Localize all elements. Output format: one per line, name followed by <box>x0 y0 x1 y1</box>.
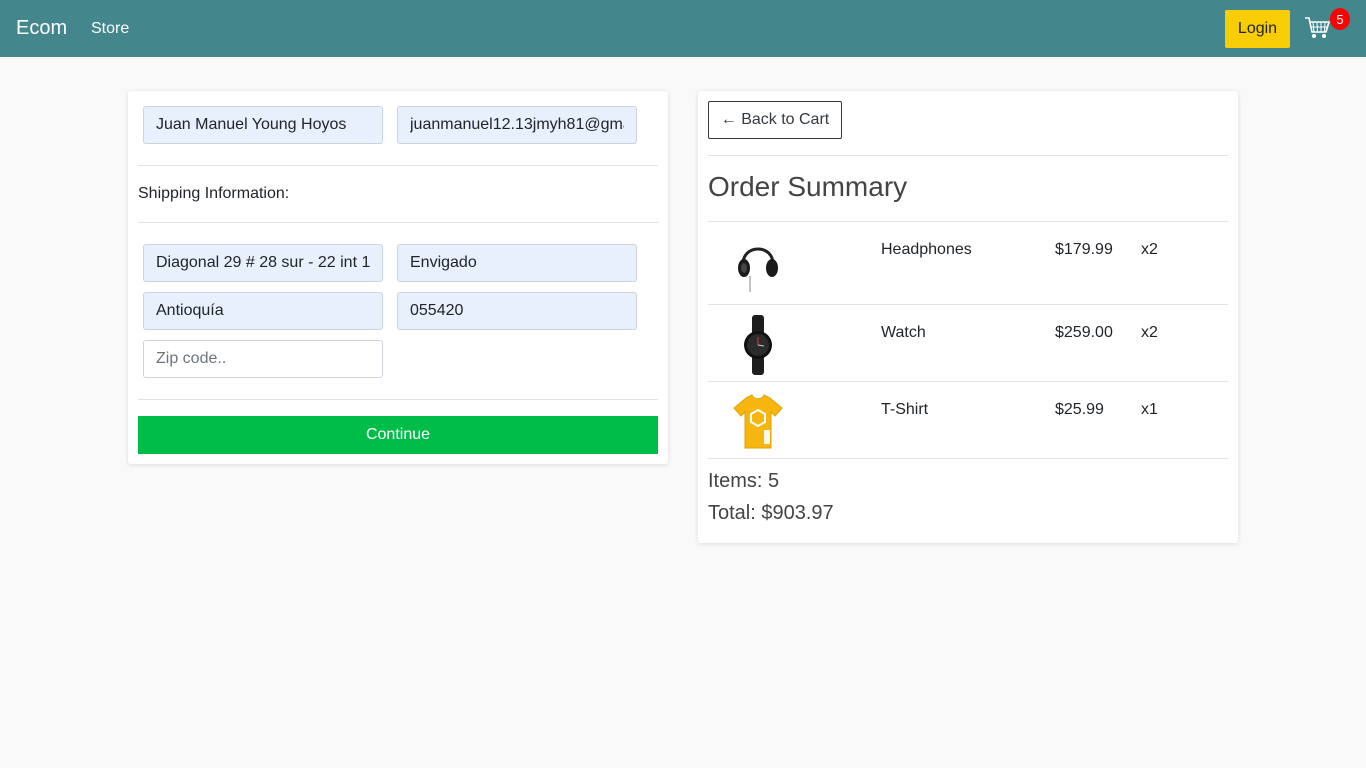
address-field[interactable] <box>143 244 383 282</box>
zip-code-field[interactable] <box>143 340 383 378</box>
item-price: $259.00 <box>1055 324 1113 341</box>
login-button[interactable]: Login <box>1225 10 1290 48</box>
order-total: Total: $903.97 <box>708 502 834 524</box>
shipping-info-label: Shipping Information: <box>138 185 290 202</box>
divider <box>708 458 1228 459</box>
order-item-row: Headphones $179.99 x2 <box>708 222 1228 299</box>
order-item-row: Watch $259.00 x2 <box>708 305 1228 382</box>
continue-button[interactable]: Continue <box>138 416 658 454</box>
item-quantity: x1 <box>1141 401 1158 418</box>
item-name: Headphones <box>881 241 972 258</box>
cart-icon[interactable] <box>1304 16 1330 40</box>
order-summary-title: Order Summary <box>708 171 908 202</box>
headphones-image <box>738 247 778 292</box>
postal-field[interactable] <box>397 292 637 330</box>
cart-count-badge: 5 <box>1330 8 1350 30</box>
item-name: T-Shirt <box>881 401 929 418</box>
state-field[interactable] <box>143 292 383 330</box>
item-price: $25.99 <box>1055 401 1104 418</box>
item-price: $179.99 <box>1055 241 1113 258</box>
divider <box>138 222 658 223</box>
order-summary-card: ← Back to Cart Order Summary Headphones … <box>698 91 1238 543</box>
item-quantity: x2 <box>1141 324 1158 341</box>
city-field[interactable] <box>397 244 637 282</box>
brand-logo[interactable]: Ecom <box>16 16 67 40</box>
watch-image <box>744 315 772 375</box>
nav-link-store[interactable]: Store <box>91 19 129 38</box>
navbar: Ecom Store Login 5 <box>0 0 1366 57</box>
name-field[interactable] <box>143 106 383 144</box>
tshirt-image <box>733 394 783 449</box>
item-quantity: x2 <box>1141 241 1158 258</box>
back-to-cart-button[interactable]: ← Back to Cart <box>708 101 842 139</box>
divider <box>138 165 658 166</box>
items-count: Items: 5 <box>708 470 780 492</box>
divider <box>708 155 1228 156</box>
order-item-row: T-Shirt $25.99 x1 <box>708 382 1228 459</box>
divider <box>138 399 658 400</box>
email-field[interactable] <box>397 106 637 144</box>
checkout-form-card: Shipping Information: Continue <box>128 91 668 464</box>
item-name: Watch <box>881 324 926 341</box>
